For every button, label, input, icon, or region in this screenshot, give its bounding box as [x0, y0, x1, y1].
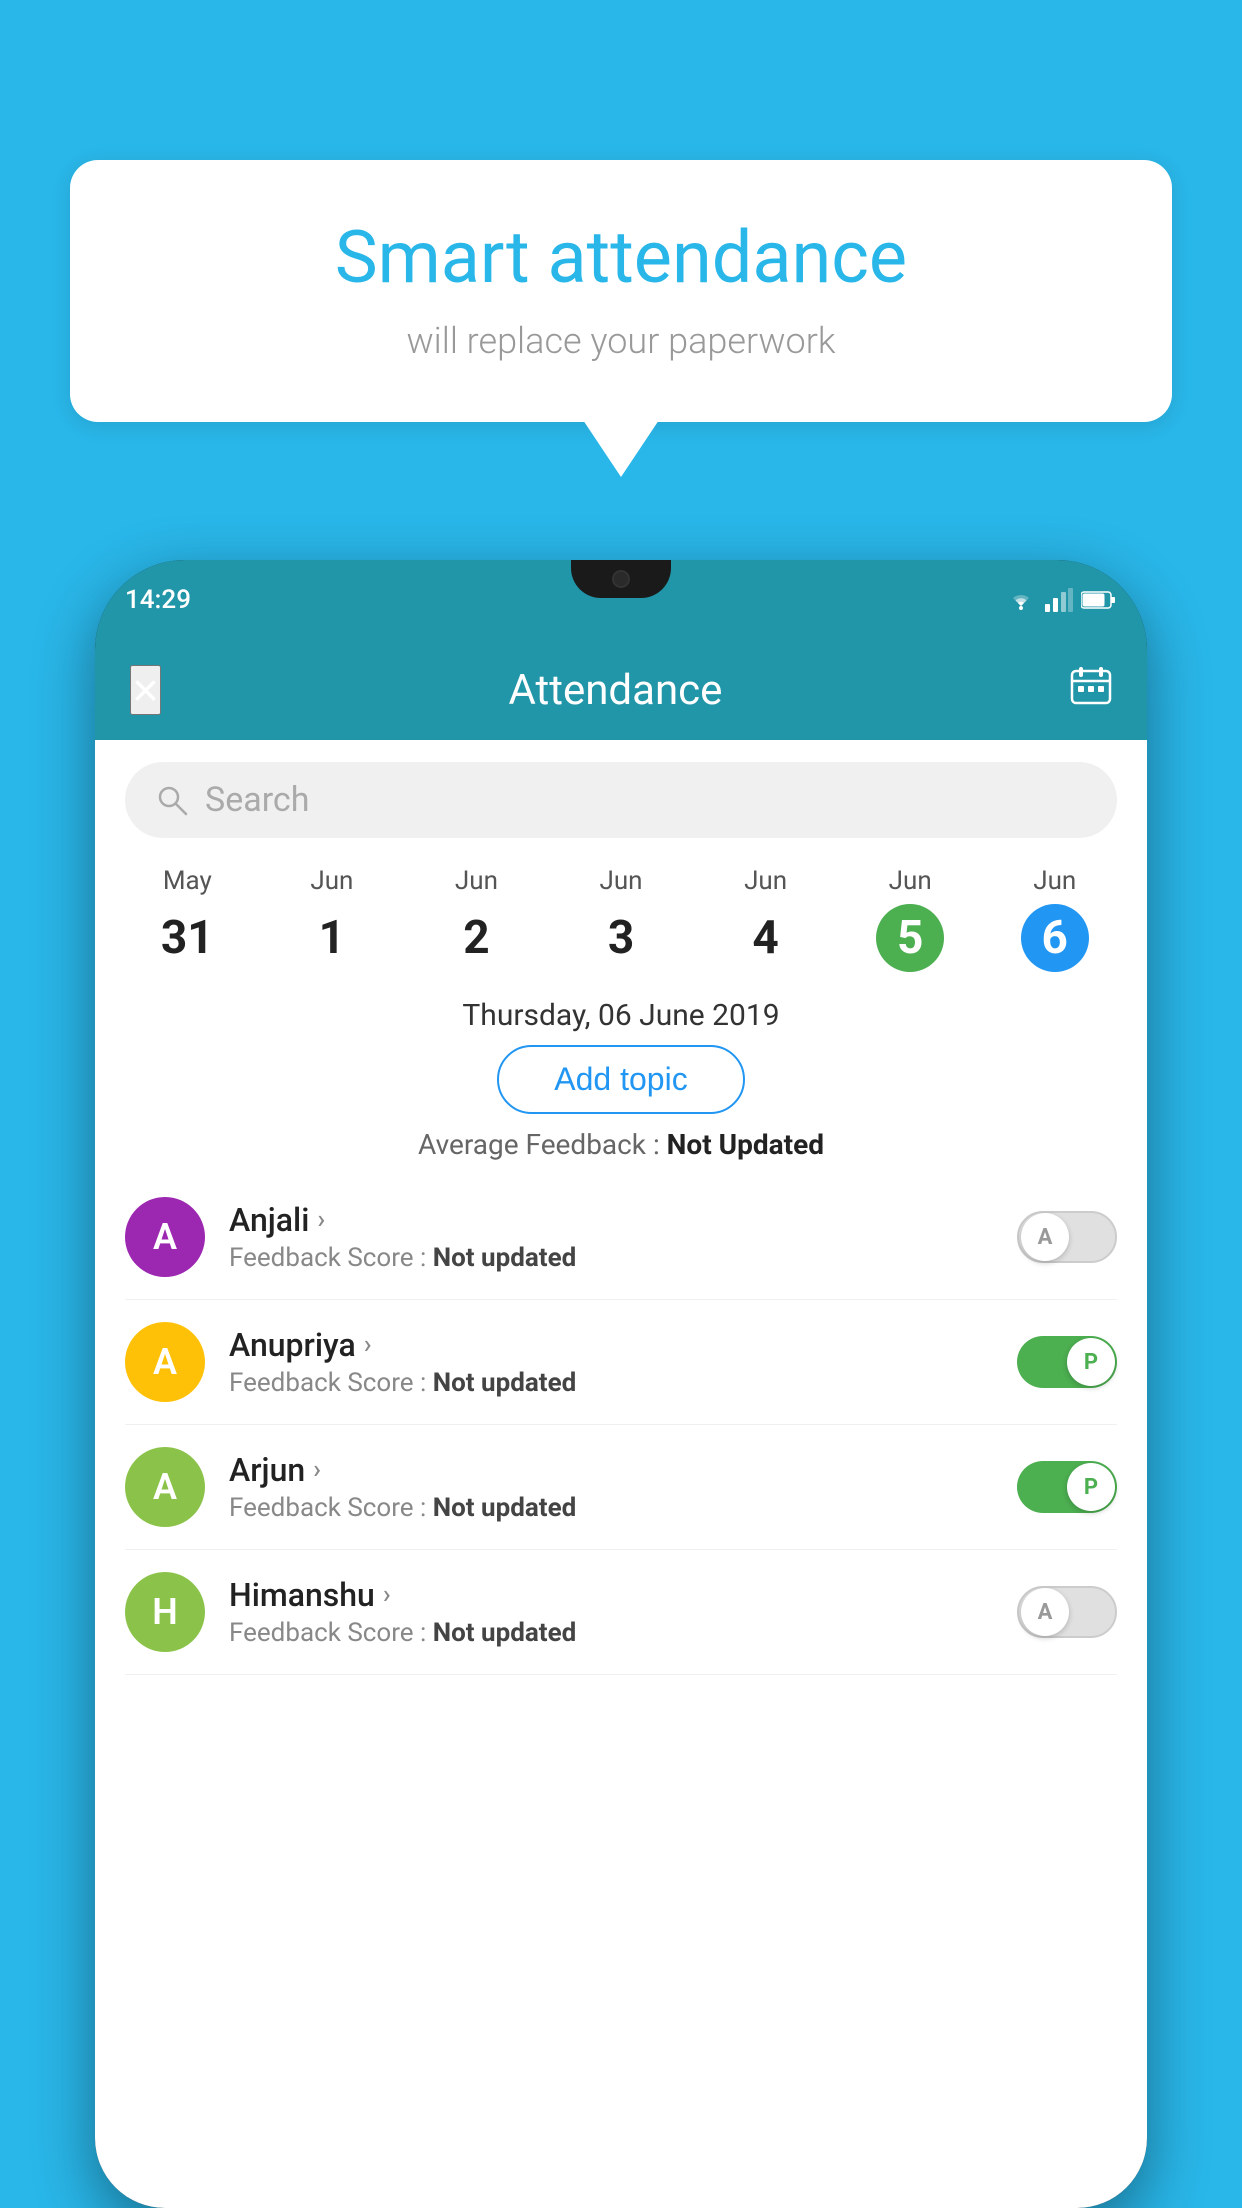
- student-row-anjali: A Anjali › Feedback Score : Not updated …: [125, 1175, 1117, 1300]
- student-feedback-himanshu: Feedback Score : Not updated: [229, 1618, 993, 1648]
- search-placeholder: Search: [205, 780, 309, 820]
- search-icon: [155, 783, 189, 817]
- toggle-himanshu[interactable]: A: [1017, 1586, 1117, 1638]
- header-title: Attendance: [508, 666, 722, 715]
- close-button[interactable]: ×: [130, 665, 161, 715]
- app-header: × Attendance: [95, 640, 1147, 740]
- student-name-arjun: Arjun ›: [229, 1451, 993, 1489]
- student-row-arjun: A Arjun › Feedback Score : Not updated P: [125, 1425, 1117, 1550]
- bubble-title: Smart attendance: [130, 215, 1112, 300]
- student-info-arjun[interactable]: Arjun › Feedback Score : Not updated: [229, 1451, 993, 1523]
- student-info-anupriya[interactable]: Anupriya › Feedback Score : Not updated: [229, 1326, 993, 1398]
- avatar-anjali: A: [125, 1197, 205, 1277]
- student-row-himanshu: H Himanshu › Feedback Score : Not update…: [125, 1550, 1117, 1675]
- student-name-himanshu: Himanshu ›: [229, 1576, 993, 1614]
- battery-icon: [1081, 590, 1117, 610]
- date-cell-6[interactable]: Jun 6: [982, 866, 1127, 972]
- app-content: Search May 31 Jun 1 Jun 2 Jun 3: [95, 740, 1147, 2208]
- date-cell-0[interactable]: May 31: [115, 866, 260, 972]
- avatar-himanshu: H: [125, 1572, 205, 1652]
- bubble-subtitle: will replace your paperwork: [130, 320, 1112, 362]
- add-topic-button[interactable]: Add topic: [497, 1045, 744, 1114]
- chevron-icon: ›: [313, 1455, 321, 1485]
- search-bar[interactable]: Search: [125, 762, 1117, 838]
- chevron-icon: ›: [317, 1205, 325, 1235]
- toggle-anjali[interactable]: A: [1017, 1211, 1117, 1263]
- camera-dot: [612, 570, 630, 588]
- date-cell-1[interactable]: Jun 1: [260, 866, 405, 972]
- avg-feedback: Average Feedback : Not Updated: [95, 1128, 1147, 1161]
- student-feedback-anupriya: Feedback Score : Not updated: [229, 1368, 993, 1398]
- student-name-anjali: Anjali ›: [229, 1201, 993, 1239]
- toggle-knob-arjun: P: [1067, 1463, 1115, 1511]
- date-cell-2[interactable]: Jun 2: [404, 866, 549, 972]
- student-feedback-arjun: Feedback Score : Not updated: [229, 1493, 993, 1523]
- student-info-anjali[interactable]: Anjali › Feedback Score : Not updated: [229, 1201, 993, 1273]
- student-info-himanshu[interactable]: Himanshu › Feedback Score : Not updated: [229, 1576, 993, 1648]
- chevron-icon: ›: [364, 1330, 372, 1360]
- toggle-knob-himanshu: A: [1021, 1588, 1069, 1636]
- status-time: 14:29: [125, 585, 191, 615]
- chevron-icon: ›: [383, 1580, 391, 1610]
- wifi-icon: [1005, 588, 1037, 612]
- avatar-anupriya: A: [125, 1322, 205, 1402]
- student-feedback-anjali: Feedback Score : Not updated: [229, 1243, 993, 1273]
- signal-icon: [1045, 588, 1073, 612]
- avatar-arjun: A: [125, 1447, 205, 1527]
- toggle-anupriya[interactable]: P: [1017, 1336, 1117, 1388]
- toggle-knob-anjali: A: [1021, 1213, 1069, 1261]
- status-bar: 14:29: [95, 560, 1147, 640]
- student-name-anupriya: Anupriya ›: [229, 1326, 993, 1364]
- toggle-knob-anupriya: P: [1067, 1338, 1115, 1386]
- selected-date-label: Thursday, 06 June 2019: [95, 998, 1147, 1033]
- speech-bubble: Smart attendance will replace your paper…: [70, 160, 1172, 422]
- phone-notch: [571, 560, 671, 598]
- student-list: A Anjali › Feedback Score : Not updated …: [95, 1175, 1147, 1675]
- date-cell-4[interactable]: Jun 4: [693, 866, 838, 972]
- calendar-icon[interactable]: [1070, 665, 1112, 715]
- toggle-arjun[interactable]: P: [1017, 1461, 1117, 1513]
- date-cell-5[interactable]: Jun 5: [838, 866, 983, 972]
- status-icons: [1005, 588, 1117, 612]
- date-row: May 31 Jun 1 Jun 2 Jun 3 Jun 4: [95, 856, 1147, 982]
- student-row-anupriya: A Anupriya › Feedback Score : Not update…: [125, 1300, 1117, 1425]
- phone-frame: 14:29: [95, 560, 1147, 2208]
- date-cell-3[interactable]: Jun 3: [549, 866, 694, 972]
